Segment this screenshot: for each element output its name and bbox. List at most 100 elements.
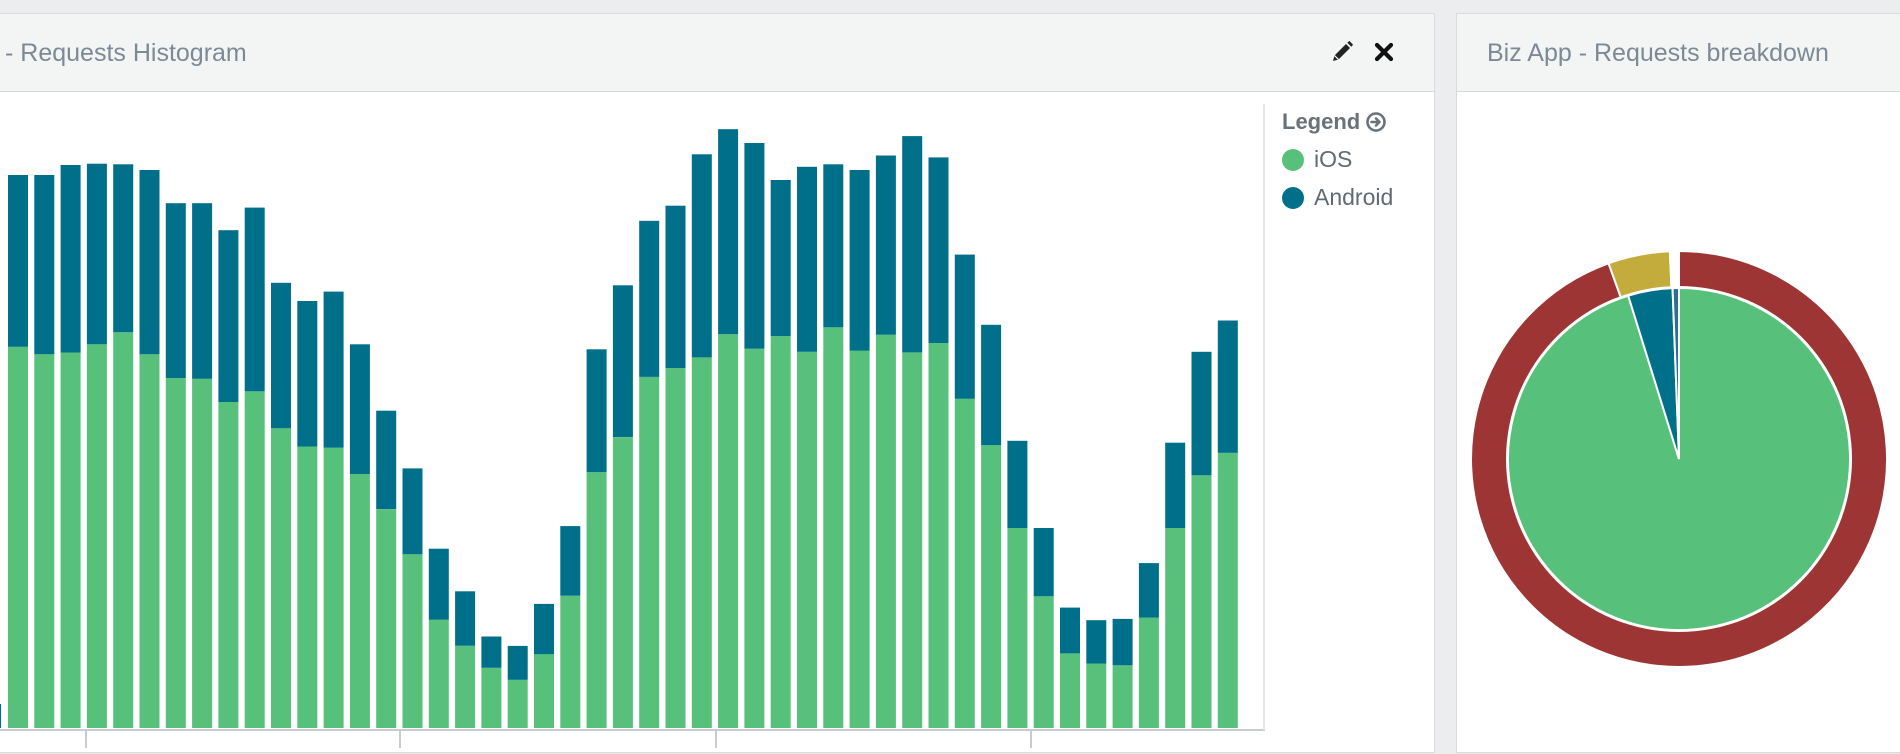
bar-android-12 [323, 291, 344, 448]
bar-android-43 [1138, 563, 1159, 618]
bar-ios-2 [60, 352, 81, 728]
bar-ios-12 [323, 447, 344, 728]
bar-ios-34 [902, 352, 923, 728]
bar-android-7 [192, 203, 213, 379]
bar-android-39 [1033, 528, 1054, 597]
bar-ios-1 [34, 354, 55, 728]
bar-ios-24 [639, 376, 660, 728]
bar-android-8 [218, 230, 239, 402]
bar-ios-25 [665, 368, 686, 728]
bar-android-46 [1217, 320, 1238, 453]
bar-ios-19 [507, 679, 528, 728]
bar-android-25 [665, 205, 686, 369]
legend-toggle[interactable]: Legend [1282, 109, 1393, 135]
bar-ios-38 [1007, 528, 1028, 728]
bar-android-42 [1112, 618, 1133, 666]
bar-android-1 [34, 175, 55, 355]
bar-android-37 [981, 324, 1002, 446]
bar-ios-45 [1191, 475, 1212, 728]
bar-ios-32 [849, 350, 870, 728]
bar-android-15 [402, 468, 423, 555]
bar-ios-0 [8, 346, 28, 728]
bar-ios-39 [1033, 596, 1054, 728]
bar-ios-5 [139, 354, 160, 728]
legend-label-ios: iOS [1314, 146, 1353, 172]
legend-title: Legend [1282, 109, 1361, 134]
bar-android-22 [586, 349, 607, 473]
legend-item-android[interactable]: Android [1282, 184, 1393, 211]
bar-ios-28 [744, 348, 765, 728]
bar-android-44 [1165, 442, 1186, 528]
bar-android-10 [271, 282, 291, 429]
bar-android-29 [770, 180, 791, 337]
bar-ios-33 [875, 334, 896, 728]
bar-ios-44 [1165, 528, 1186, 728]
bar-android-30 [797, 166, 817, 352]
bar-ios-11 [297, 446, 318, 728]
bar-ios-21 [560, 595, 581, 728]
bar-android-38 [1007, 440, 1028, 528]
bar-android-2 [60, 165, 81, 353]
bar-ios-36 [954, 398, 975, 728]
bar-ios-4 [113, 332, 134, 728]
legend-item-ios[interactable]: iOS [1282, 146, 1393, 173]
bar-android-17 [455, 591, 476, 646]
bar-android-26 [691, 154, 712, 358]
bar-android-9 [244, 207, 265, 392]
bar-android-36 [954, 254, 975, 399]
bar-android-35 [928, 157, 949, 343]
bar-ios-9 [244, 391, 265, 728]
bar-android-11 [297, 301, 318, 447]
bar-ios-46 [1217, 452, 1238, 728]
bar-ios-26 [691, 357, 712, 728]
bar-android-5 [139, 170, 160, 355]
bar-android-31 [823, 164, 844, 328]
bar-ios-13 [349, 474, 370, 728]
bar-ios-42 [1112, 665, 1133, 728]
bar-android-24 [639, 220, 660, 377]
bar-android-6 [165, 203, 186, 379]
bar-ios-17 [455, 645, 476, 728]
bar-ios-40 [1060, 653, 1080, 728]
bar-android-3 [86, 163, 107, 345]
bar-android-45 [1191, 351, 1212, 476]
bar-android-27 [718, 129, 739, 335]
bar-android-14 [376, 410, 397, 510]
bar-ios-23 [612, 437, 633, 728]
bar-ios-29 [770, 336, 791, 728]
bar-ios-20 [534, 654, 554, 728]
bar-ios-22 [586, 472, 607, 728]
bar-ios-30 [797, 351, 817, 728]
bar-android-32 [849, 170, 870, 351]
stacked-bar-chart [0, 104, 1265, 748]
bar-android-41 [1086, 620, 1107, 664]
legend: Legend iOS Android [1282, 109, 1393, 211]
bar-ios-18 [481, 667, 502, 728]
bar-ios-35 [928, 343, 949, 728]
bar-android-23 [612, 285, 633, 437]
android-swatch [1282, 186, 1304, 209]
bar-android-34 [902, 136, 923, 353]
bar-android-19 [507, 645, 528, 680]
bar-android-40 [1060, 607, 1080, 654]
bar-ios-15 [402, 554, 423, 728]
bar-ios-31 [823, 327, 844, 728]
bar-ios-10 [271, 428, 291, 728]
arrow-circle-right-icon [1366, 112, 1387, 132]
bar-android-16 [428, 548, 449, 620]
legend-label-android: Android [1314, 184, 1394, 210]
bar-android-0 [8, 175, 28, 347]
bar-android-28 [744, 143, 765, 349]
breakdown-panel: Biz App - Requests breakdown [1456, 13, 1900, 753]
bar-ios-16 [428, 619, 449, 728]
bar-android-20 [534, 603, 554, 655]
bar-android-21 [560, 526, 581, 596]
bar-ios-27 [718, 334, 739, 728]
bar-android-4 [113, 164, 134, 333]
bar-ios-6 [165, 378, 186, 728]
bar-ios-7 [192, 378, 213, 728]
histogram-panel: - Requests Histogram Legend iOS Android [0, 13, 1435, 753]
bar-ios-41 [1086, 663, 1107, 728]
bar-ios-37 [981, 445, 1002, 728]
bar-android-13 [349, 344, 370, 475]
